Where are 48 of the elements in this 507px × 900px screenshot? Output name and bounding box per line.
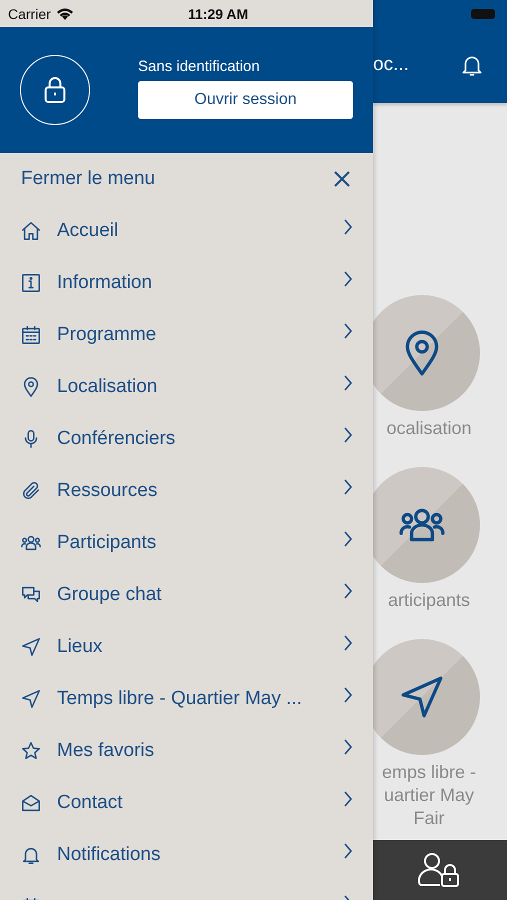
carrier-name: Carrier	[8, 6, 51, 22]
menu-item[interactable]: Lieux	[0, 621, 373, 673]
chevron-icon	[343, 739, 353, 755]
chevron-icon	[343, 583, 353, 599]
menu-item[interactable]: Ressources	[0, 465, 373, 517]
chevron-icon	[343, 323, 353, 339]
menu-item[interactable]: Mes favoris	[0, 725, 373, 777]
chevron-icon	[343, 531, 353, 547]
paperclip-icon	[20, 480, 42, 502]
menu-item[interactable]: Localisation	[0, 361, 373, 413]
menu-item[interactable]: Participants	[0, 517, 373, 569]
tile-label: emps libre - uartier May Fair	[380, 761, 476, 830]
page-title: oc...	[373, 54, 409, 76]
wifi-icon	[56, 7, 74, 20]
menu-item[interactable]: Information	[0, 257, 373, 309]
menu-item[interactable]: Accueil	[0, 205, 373, 257]
chevron-icon	[343, 427, 353, 443]
login-status: Sans identification	[138, 58, 261, 74]
lock-icon	[20, 55, 90, 125]
home-icon	[20, 220, 42, 242]
chevron-icon	[343, 271, 353, 287]
close-icon[interactable]	[333, 170, 351, 188]
info-icon	[20, 272, 42, 294]
menu-item[interactable]: Groupe chat	[0, 569, 373, 621]
envelope-icon	[20, 792, 42, 814]
tile-label: ocalisation	[385, 417, 472, 440]
chevron-icon	[343, 375, 353, 391]
menu-item[interactable]: Temps libre - Quartier May ...	[0, 673, 373, 725]
close-menu-label[interactable]: Fermer le menu	[21, 168, 156, 190]
menu-item[interactable]: Notifications	[0, 829, 373, 881]
menu-item[interactable]: Contact	[0, 777, 373, 829]
battery-icon	[471, 8, 495, 18]
chevron-icon	[343, 479, 353, 495]
calendar-icon	[20, 324, 42, 346]
chevron-icon	[343, 219, 353, 235]
menu-item[interactable]: Conférenciers	[0, 413, 373, 465]
navigation-arrow-icon	[20, 636, 42, 658]
navigation-arrow-icon	[20, 688, 42, 710]
chevron-icon	[343, 843, 353, 859]
chevron-icon	[343, 791, 353, 807]
status-time: 11:29 AM	[188, 6, 248, 22]
chevron-icon	[343, 635, 353, 651]
chevron-icon	[343, 687, 353, 703]
tile-label: articipants	[386, 589, 470, 612]
user-lock-icon[interactable]	[418, 852, 462, 888]
menu-item[interactable]: Programme	[0, 309, 373, 361]
star-icon	[20, 740, 42, 762]
login-button[interactable]: Ouvrir session	[138, 80, 353, 118]
